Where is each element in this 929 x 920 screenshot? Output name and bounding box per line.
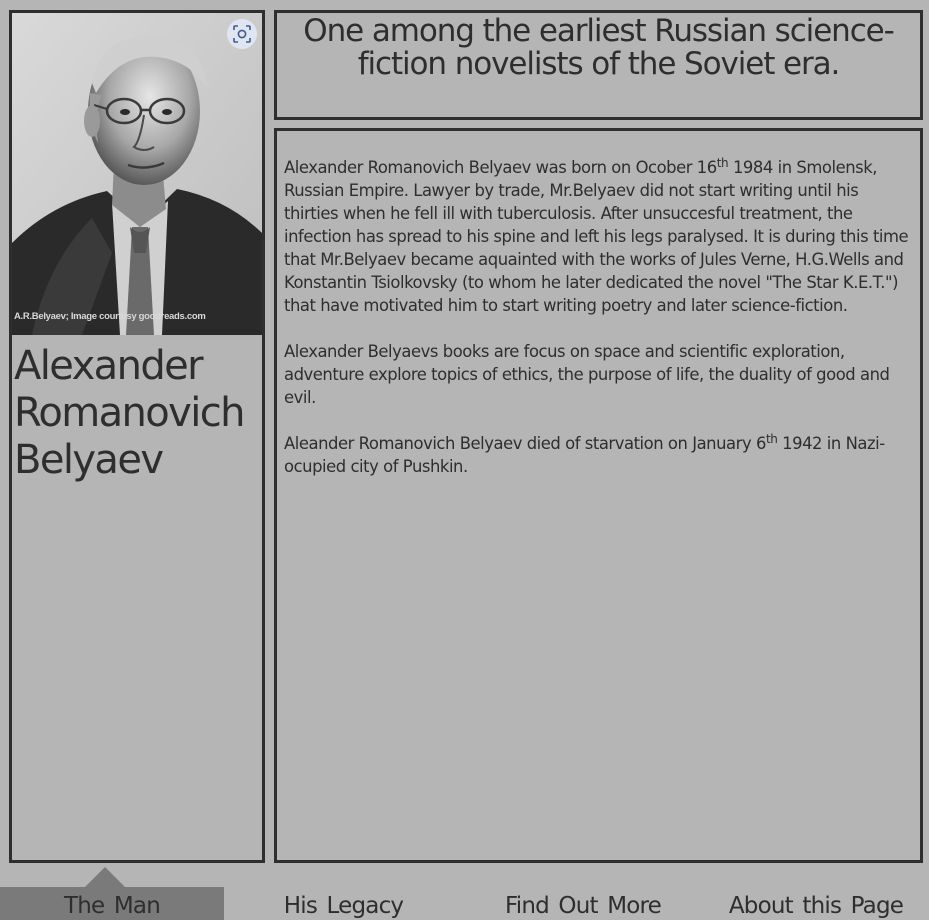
name-line-middle: Romanovich [14, 390, 246, 436]
bio-birth-text-cont: 1984 in Smolensk, Russian Empire. Lawyer… [284, 158, 909, 315]
name-line-last: Belyaev [14, 437, 164, 483]
bio-paragraph-books: Alexander Belyaevs books are focus on sp… [284, 342, 890, 407]
nav-tab-find-out-more[interactable]: Find Out More [463, 887, 703, 920]
bio-death-text: Aleander Romanovich Belyaev died of star… [284, 434, 766, 453]
bio-paragraph-death: Aleander Romanovich Belyaev died of star… [284, 432, 916, 478]
nav-tab-his-legacy[interactable]: His Legacy [224, 887, 463, 920]
bio-birth-ordinal: th [716, 156, 729, 170]
nav-tab-about-this-page[interactable]: About this Page [703, 887, 929, 920]
bio-death-ordinal: th [765, 432, 778, 446]
portrait-image: A.R.Belyaev; Image courtesy goodreads.co… [12, 13, 262, 335]
bio-birth-text: Alexander Romanovich Belyaev was born on… [284, 158, 717, 177]
profile-panel: A.R.Belyaev; Image courtesy goodreads.co… [9, 10, 265, 863]
bottom-nav: The Man His Legacy Find Out More About t… [0, 887, 929, 920]
photo-caption: A.R.Belyaev; Image courtesy goodreads.co… [14, 311, 206, 322]
biography-box: Alexander Romanovich Belyaev was born on… [274, 128, 923, 863]
portrait-photo [12, 13, 262, 335]
image-search-button[interactable] [227, 19, 257, 49]
tagline-box: One among the earliest Russian science-f… [274, 10, 923, 120]
biography-text: Alexander Romanovich Belyaev was born on… [277, 131, 920, 478]
tagline: One among the earliest Russian science-f… [303, 13, 895, 82]
bio-paragraph-birth: Alexander Romanovich Belyaev was born on… [284, 156, 916, 317]
image-search-icon [233, 25, 251, 43]
active-tab-pointer [85, 867, 125, 887]
nav-tab-the-man[interactable]: The Man [0, 887, 224, 920]
name-line-first: Alexander [14, 343, 204, 389]
person-name-heading: Alexander Romanovich Belyaev [14, 343, 262, 484]
